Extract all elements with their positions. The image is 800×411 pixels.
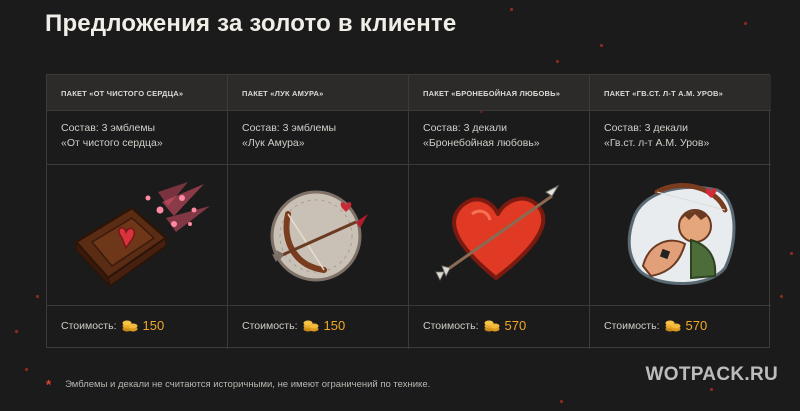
cupid-archer-icon — [627, 183, 735, 285]
gold-coins-icon — [484, 320, 500, 332]
cupid-bow-icon — [270, 190, 368, 282]
package-price: Стоимость: 150 — [47, 306, 228, 349]
package-contents: Состав: 3 декали «Бронебойная любовь» — [409, 111, 590, 165]
price-value: 150 — [142, 318, 165, 333]
price-label: Стоимость: — [242, 320, 298, 332]
price-label: Стоимость: — [604, 320, 660, 332]
package-contents-line: Состав: 3 эмблемы — [61, 122, 156, 134]
package-image — [590, 165, 771, 306]
footnote: * Эмблемы и декали не считаются историчн… — [46, 377, 431, 392]
package-contents-line: «Лук Амура» — [242, 137, 305, 149]
arrow-through-heart-icon — [435, 184, 560, 281]
package-image — [409, 165, 590, 306]
package-price: Стоимость: 570 — [590, 306, 771, 349]
package-contents-line: «Бронебойная любовь» — [423, 137, 540, 149]
package-contents: Состав: 3 эмблемы «Лук Амура» — [228, 111, 409, 165]
price-value: 570 — [504, 318, 527, 333]
flying-chocolate-heart-icon — [74, 182, 210, 289]
package-contents: Состав: 3 эмблемы «От чистого сердца» — [47, 111, 228, 165]
package-price: Стоимость: 150 — [228, 306, 409, 349]
package-contents-line: Состав: 3 декали — [604, 122, 688, 134]
watermark: WOTPACK.RU — [645, 364, 778, 385]
price-label: Стоимость: — [61, 320, 117, 332]
footnote-marker: * — [46, 377, 52, 392]
package-contents: Состав: 3 декали «Гв.ст. л-т А.М. Уров» — [590, 111, 771, 165]
price-label: Стоимость: — [423, 320, 479, 332]
footnote-text: Эмблемы и декали не считаются историчным… — [65, 379, 431, 390]
gold-coins-icon — [303, 320, 319, 332]
package-header: ПАКЕТ «ОТ ЧИСТОГО СЕРДЦА» — [47, 75, 228, 111]
gold-coins-icon — [122, 320, 138, 332]
package-price: Стоимость: 570 — [409, 306, 590, 349]
price-value: 570 — [685, 318, 708, 333]
package-contents-line: «Гв.ст. л-т А.М. Уров» — [604, 137, 710, 149]
package-contents-line: Состав: 3 декали — [423, 122, 507, 134]
package-header: ПАКЕТ «БРОНЕБОЙНАЯ ЛЮБОВЬ» — [409, 75, 590, 111]
page-title: Предложения за золото в клиенте — [45, 10, 457, 37]
price-value: 150 — [323, 318, 346, 333]
package-header: ПАКЕТ «ГВ.СТ. Л-Т А.М. УРОВ» — [590, 75, 771, 111]
package-header: ПАКЕТ «ЛУК АМУРА» — [228, 75, 409, 111]
offers-table: ПАКЕТ «ОТ ЧИСТОГО СЕРДЦА» ПАКЕТ «ЛУК АМУ… — [46, 74, 771, 349]
package-image — [47, 165, 228, 306]
package-contents-line: «От чистого сердца» — [61, 137, 163, 149]
package-contents-line: Состав: 3 эмблемы — [242, 122, 337, 134]
package-image — [228, 165, 409, 306]
gold-coins-icon — [665, 320, 681, 332]
